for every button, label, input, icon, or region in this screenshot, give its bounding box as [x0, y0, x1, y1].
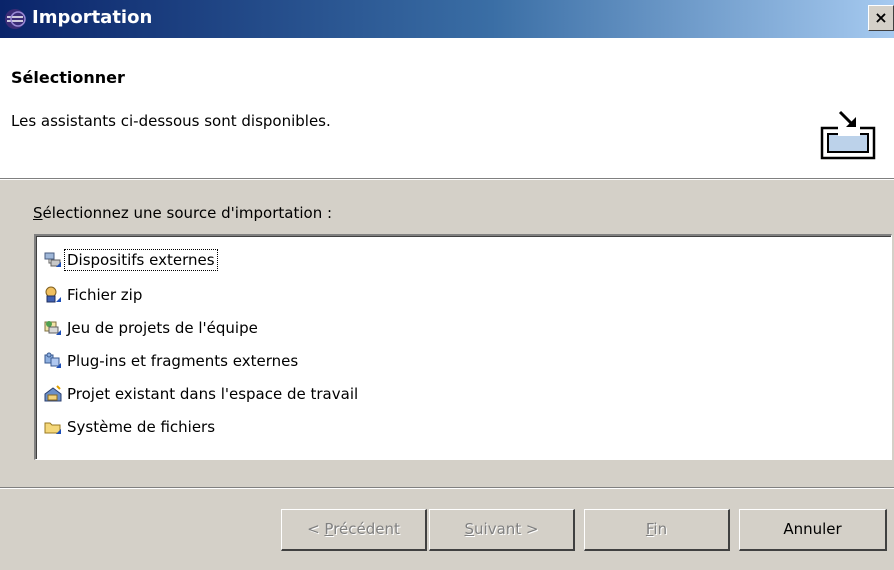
list-item[interactable]: Plug-ins et fragments externes	[43, 348, 300, 374]
previous-button[interactable]: < Précédent	[281, 509, 427, 551]
zip-file-icon	[45, 286, 61, 303]
list-item[interactable]: Fichier zip	[43, 282, 144, 308]
eclipse-icon	[5, 9, 26, 29]
cancel-button[interactable]: Annuler	[739, 509, 887, 551]
list-item[interactable]: Système de fichiers	[43, 414, 217, 440]
source-list-label: Sélectionnez une source d'importation :	[33, 204, 333, 222]
page-title: Sélectionner	[11, 68, 125, 87]
team-project-set-icon	[44, 321, 61, 335]
external-devices-icon	[44, 252, 61, 267]
plugins-icon	[44, 352, 61, 368]
close-button[interactable]: ×	[868, 5, 894, 31]
import-source-list[interactable]: Dispositifs externes Fichier zip Jeu de …	[34, 234, 892, 460]
window-title: Importation	[32, 7, 153, 28]
finish-button[interactable]: Fin	[584, 509, 730, 551]
folder-icon	[44, 422, 61, 434]
existing-project-icon	[44, 385, 62, 402]
list-item[interactable]: Projet existant dans l'espace de travail	[43, 381, 360, 407]
title-bar[interactable]: Importation ×	[0, 0, 894, 38]
list-item[interactable]: Jeu de projets de l'équipe	[43, 315, 260, 341]
import-wizard-icon	[820, 110, 876, 160]
header-separator	[0, 179, 894, 180]
footer-separator	[0, 487, 894, 489]
list-item[interactable]: Dispositifs externes	[43, 247, 218, 273]
import-dialog: Importation × Sélectionner Les assistant…	[0, 0, 894, 570]
page-description: Les assistants ci-dessous sont disponibl…	[11, 112, 331, 130]
wizard-header: Sélectionner Les assistants ci-dessous s…	[0, 38, 894, 179]
next-button[interactable]: Suivant >	[429, 509, 575, 551]
close-icon: ×	[874, 8, 888, 27]
